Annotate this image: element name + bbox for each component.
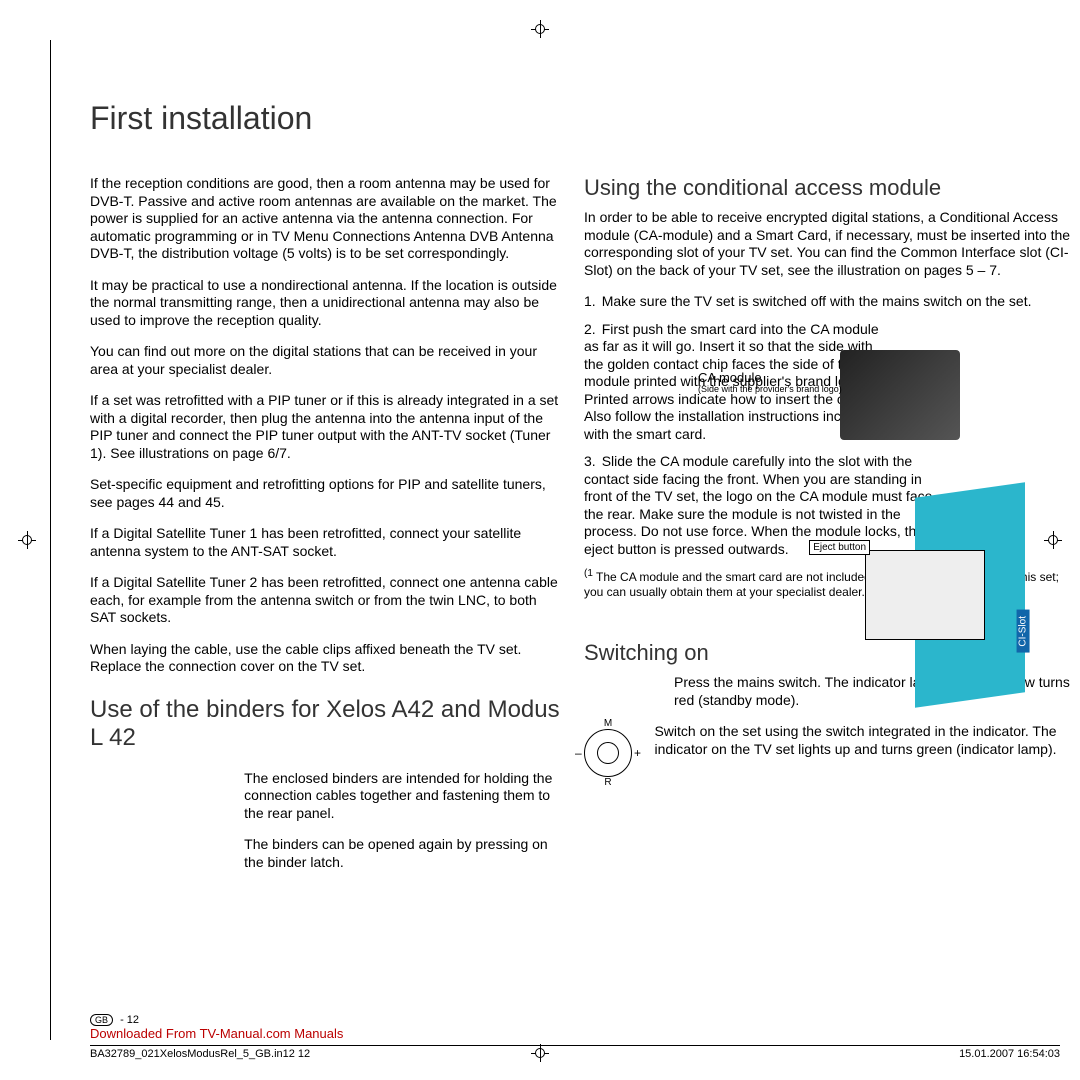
page-title: First installation xyxy=(90,100,990,137)
cropmark-left xyxy=(18,531,36,549)
binders-p1: The enclosed binders are intended for ho… xyxy=(244,770,560,823)
cam-intro: In order to be able to receive encrypted… xyxy=(584,209,1080,279)
download-link[interactable]: Downloaded From TV-Manual.com Manuals xyxy=(90,1026,1060,1041)
switch-p2: Switch on the set using the switch integ… xyxy=(654,723,1074,758)
ci-slot-illustration: Eject button CI-Slot xyxy=(805,490,1025,720)
ca-module-sublabel: (Side with the provider's brand logo) xyxy=(698,385,842,395)
ca-module-illustration: CA module (Side with the provider's bran… xyxy=(780,350,960,470)
left-p1: If the reception conditions are good, th… xyxy=(90,175,560,263)
left-p2: It may be practical to use a nondirectio… xyxy=(90,277,560,330)
cam-heading: Using the conditional access module xyxy=(584,175,1080,201)
footer-file: BA32789_021XelosModusRel_5_GB.in12 12 xyxy=(90,1048,310,1060)
ca-module-label: CA module xyxy=(698,370,762,385)
ci-slot-label: CI-Slot xyxy=(1017,610,1030,653)
left-p5: Set-specific equipment and retrofitting … xyxy=(90,476,560,511)
left-p3: You can find out more on the digital sta… xyxy=(90,343,560,378)
page-number: GB - 12 xyxy=(90,1014,1060,1026)
left-p7: If a Digital Satellite Tuner 2 has been … xyxy=(90,574,560,627)
binders-heading: Use of the binders for Xelos A42 and Mod… xyxy=(90,696,560,752)
left-p4: If a set was retrofitted with a PIP tune… xyxy=(90,392,560,462)
left-p6: If a Digital Satellite Tuner 1 has been … xyxy=(90,525,560,560)
binders-p2: The binders can be opened again by press… xyxy=(244,836,560,871)
step-1: Make sure the TV set is switched off wit… xyxy=(584,293,1080,311)
left-p8: When laying the cable, use the cable cli… xyxy=(90,641,560,676)
eject-button-label: Eject button xyxy=(809,540,870,555)
footer-date: 15.01.2007 16:54:03 xyxy=(959,1048,1060,1060)
cropmark-top xyxy=(531,20,549,38)
crop-vline xyxy=(50,40,51,1040)
indicator-dial-icon: M R – + xyxy=(584,729,632,777)
